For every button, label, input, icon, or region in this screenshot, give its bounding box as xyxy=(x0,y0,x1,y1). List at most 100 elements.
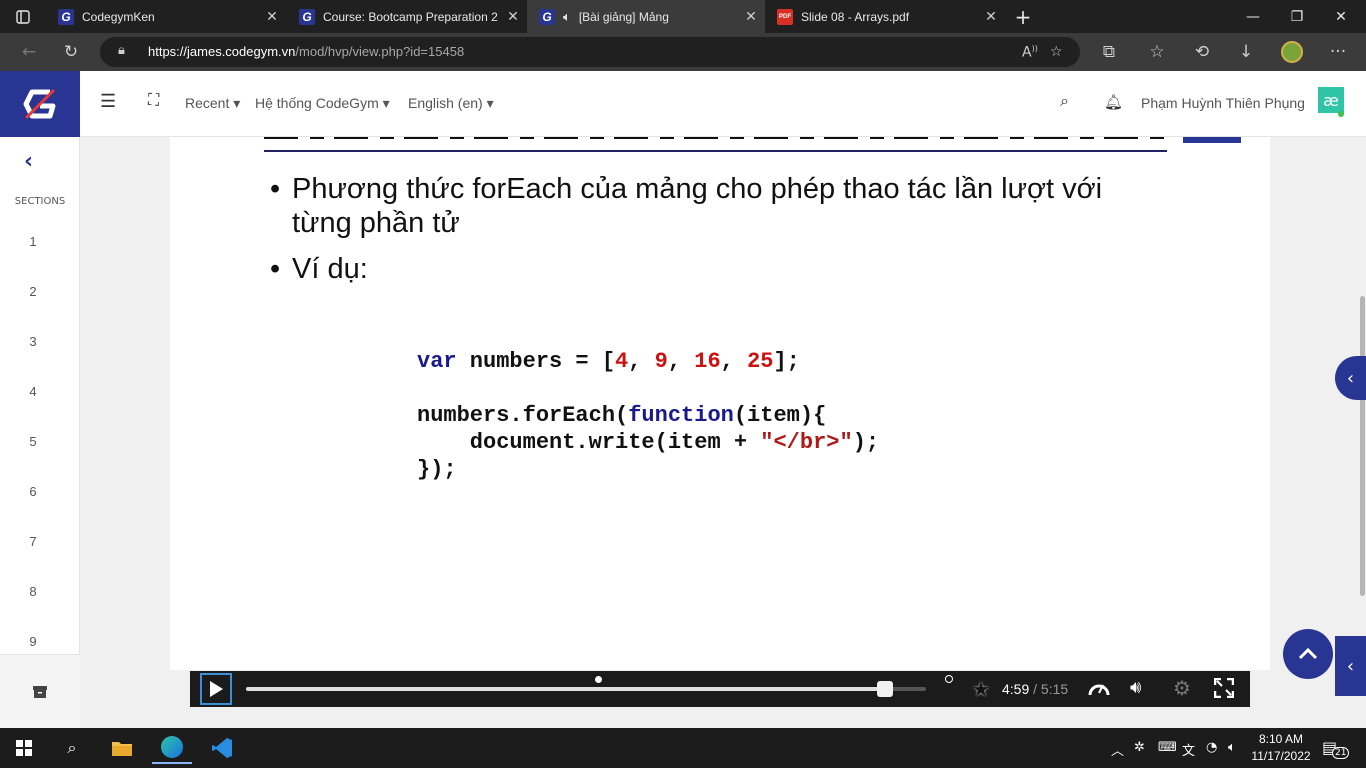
clock-time: 8:10 AM xyxy=(1258,732,1304,746)
archive-icon[interactable] xyxy=(33,683,47,698)
tab-actions-icon[interactable] xyxy=(8,2,38,32)
history-icon[interactable]: ⟲ xyxy=(1187,37,1217,67)
user-name[interactable]: Phạm Huỳnh Thiên Phụng xyxy=(1141,95,1305,111)
notification-count: 21 xyxy=(1332,747,1350,759)
seek-handle[interactable] xyxy=(876,681,893,697)
more-menu-icon[interactable]: ··· xyxy=(1323,37,1353,67)
download-icon[interactable]: ↓ xyxy=(1231,37,1261,67)
url-bar[interactable]: 🔒︎ https://james.codegym.vn/mod/hvp/view… xyxy=(100,37,1080,67)
secondary-drawer-tab[interactable]: ‹ xyxy=(1335,636,1366,696)
close-tab-icon[interactable]: ✕ xyxy=(737,8,765,25)
code-line-1: var numbers = [4, 9, 16, 25]; xyxy=(417,349,800,374)
read-aloud-icon[interactable]: A)) xyxy=(1022,44,1038,61)
speaker-icon[interactable]: 🔈︎ xyxy=(1228,740,1236,755)
section-link-7[interactable]: 7 xyxy=(0,534,66,549)
clock[interactable]: 8:10 AM 11/17/2022 xyxy=(1248,731,1314,765)
clock-date: 11/17/2022 xyxy=(1251,749,1311,763)
code-line-3: document.write(item + "</br>"); xyxy=(417,430,880,455)
section-link-8[interactable]: 8 xyxy=(0,584,66,599)
edge-browser-icon[interactable] xyxy=(152,732,192,764)
tray-overflow-icon[interactable]: ︿ xyxy=(1111,740,1124,759)
time-total: 5:15 xyxy=(1040,681,1069,697)
settings-gear-icon[interactable]: ⚙ xyxy=(1173,676,1191,700)
browser-tab-bar: G CodegymKen ✕ G Course: Bootcamp Prepar… xyxy=(0,0,1366,33)
section-link-2[interactable]: 2 xyxy=(0,284,66,299)
bullet-2-text: Ví dụ: xyxy=(292,253,368,285)
input-method-icon[interactable]: ⌨ xyxy=(1158,740,1177,755)
url-text[interactable]: https://james.codegym.vn/mod/hvp/view.ph… xyxy=(148,44,464,59)
close-tab-icon[interactable]: ✕ xyxy=(499,8,527,25)
user-avatar[interactable]: æ xyxy=(1318,87,1344,113)
tab-course[interactable]: G Course: Bootcamp Preparation 2 ✕ xyxy=(287,0,527,33)
tab-pdf[interactable]: PDF Slide 08 - Arrays.pdf ✕ xyxy=(765,0,1005,33)
address-bar-row: ← ↻ 🔒︎ https://james.codegym.vn/mod/hvp/… xyxy=(0,33,1366,71)
close-tab-icon[interactable]: ✕ xyxy=(258,8,286,25)
bookmark-dot[interactable] xyxy=(595,676,602,683)
codegym-logo[interactable] xyxy=(0,71,80,137)
tab-codegymken[interactable]: G CodegymKen ✕ xyxy=(46,0,286,33)
notification-icon[interactable]: ▤ 21 xyxy=(1322,738,1350,760)
slide-accent-block xyxy=(1183,137,1241,143)
refresh-icon[interactable]: ↻ xyxy=(56,37,86,67)
section-link-3[interactable]: 3 xyxy=(0,334,66,349)
profile-avatar[interactable] xyxy=(1277,37,1307,67)
collapse-chevron-icon[interactable]: ‹ xyxy=(24,149,33,174)
lecture-slide: • Phương thức forEach của mảng cho phép … xyxy=(170,137,1270,670)
volume-icon[interactable]: 🔊︎ xyxy=(1130,677,1141,698)
star-icon[interactable]: ★ xyxy=(972,677,990,701)
section-link-5[interactable]: 5 xyxy=(0,434,66,449)
tray-app-icon[interactable]: ✲ xyxy=(1134,740,1145,755)
section-link-6[interactable]: 6 xyxy=(0,484,66,499)
sections-sidebar: ‹ SECTIONS 1 2 3 4 5 6 7 8 9 xyxy=(0,137,80,728)
bullet-dot: • xyxy=(270,253,281,285)
file-explorer-icon[interactable] xyxy=(102,732,142,764)
extensions-icon[interactable]: ⧉ xyxy=(1094,37,1124,67)
bullet-1-line-1: Phương thức forEach của mảng cho phép th… xyxy=(292,173,1103,205)
menu-codegym-system[interactable]: Hệ thống CodeGym ▾ xyxy=(255,95,390,112)
seek-track[interactable] xyxy=(246,687,926,691)
play-button[interactable] xyxy=(200,673,232,705)
seek-progress-fill xyxy=(246,687,885,691)
right-scrollbar-thumb[interactable] xyxy=(1360,296,1365,596)
windows-start-icon[interactable] xyxy=(4,732,44,764)
minimize-icon[interactable]: — xyxy=(1230,0,1276,33)
code-line-2: numbers.forEach(function(item){ xyxy=(417,403,827,428)
search-icon[interactable]: ⌕ xyxy=(52,732,92,764)
time-display: 4:59 / 5:15 xyxy=(1002,681,1068,697)
codegym-favicon-icon: G xyxy=(299,8,315,25)
fullscreen-icon[interactable]: ⛶ xyxy=(148,92,159,110)
search-icon[interactable]: ⌕ xyxy=(1060,93,1069,111)
slide-title-fragment xyxy=(264,137,1164,145)
back-icon[interactable]: ← xyxy=(14,37,44,67)
lock-icon: 🔒︎ xyxy=(118,43,125,58)
section-link-1[interactable]: 1 xyxy=(0,234,66,249)
bookmark-ring[interactable] xyxy=(945,675,953,683)
wifi-icon[interactable]: ◔ xyxy=(1206,740,1217,755)
time-separator: / xyxy=(1029,681,1041,697)
tab-bai-giang[interactable]: G 🔈︎ [Bài giảng] Mảng ✕ xyxy=(527,0,765,33)
back-to-top-button[interactable] xyxy=(1283,629,1333,679)
menu-recent[interactable]: Recent ▾ xyxy=(185,95,240,112)
tab-title: CodegymKen xyxy=(82,9,155,24)
menu-language[interactable]: English (en) ▾ xyxy=(408,95,494,112)
fullscreen-expand-icon[interactable] xyxy=(1213,677,1235,702)
hamburger-icon[interactable]: ☰ xyxy=(100,91,116,112)
speaker-icon[interactable]: 🔈︎ xyxy=(563,9,571,25)
pdf-favicon-icon: PDF xyxy=(777,8,793,25)
section-link-4[interactable]: 4 xyxy=(0,384,66,399)
bell-icon[interactable]: 🔔︎ xyxy=(1104,93,1123,111)
slide-title-rule xyxy=(264,150,1167,152)
codegym-favicon-icon: G xyxy=(539,8,555,25)
restore-icon[interactable]: ❐ xyxy=(1274,0,1320,33)
tab-title: Slide 08 - Arrays.pdf xyxy=(801,9,910,24)
playback-speed-icon[interactable] xyxy=(1088,679,1110,701)
new-tab-icon[interactable]: + xyxy=(1000,0,1046,33)
tab-title: [Bài giảng] Mảng xyxy=(578,9,669,24)
vscode-icon[interactable] xyxy=(202,732,242,764)
add-favorite-icon[interactable]: ☆ xyxy=(1050,44,1063,60)
language-icon[interactable]: 文 xyxy=(1182,740,1195,759)
section-link-9[interactable]: 9 xyxy=(0,634,66,649)
close-window-icon[interactable]: ✕ xyxy=(1318,0,1364,33)
bullet-dot: • xyxy=(270,173,281,205)
favorites-icon[interactable]: ☆ xyxy=(1142,37,1172,67)
